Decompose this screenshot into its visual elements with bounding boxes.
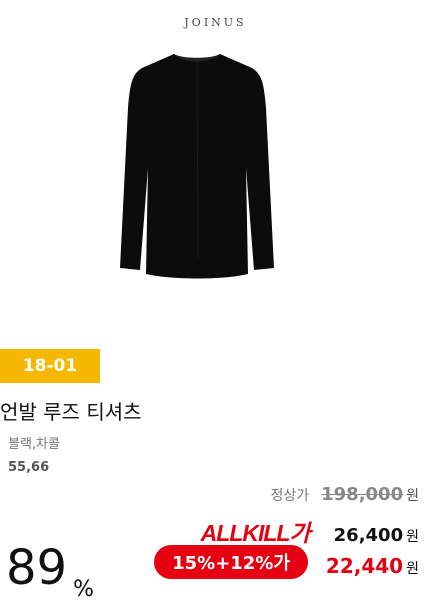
sale-price: 22,440 — [325, 554, 404, 578]
currency-unit: 원 — [406, 529, 419, 545]
discount-unit: % — [73, 577, 94, 602]
coupon-discount-badge: 15%+12%가 — [154, 545, 308, 579]
brand-name: JOINUS — [184, 16, 247, 29]
product-code-badge: 18-01 — [0, 349, 100, 383]
allkill-price: 26,400 — [333, 525, 404, 546]
allkill-price-row: ALLKILL가 26,400 원 — [201, 514, 419, 548]
currency-unit: 원 — [406, 561, 419, 577]
discount-rate: 89 % — [6, 540, 94, 602]
regular-price: 198,000 — [321, 484, 404, 505]
product-name[interactable]: 언발 루즈 티셔츠 — [0, 396, 142, 425]
discount-value: 89 — [6, 540, 68, 596]
regular-price-label: 정상가 — [270, 488, 310, 504]
sale-price-row: 15%+12%가 22,440 원 — [154, 545, 419, 583]
product-card[interactable]: JOINUS 18-01 언발 루즈 티셔츠 블랙,차콜 55,66 정상가 1… — [0, 0, 431, 602]
color-options: 블랙,차콜 — [8, 437, 60, 452]
product-image[interactable] — [112, 48, 282, 288]
currency-unit: 원 — [406, 488, 419, 504]
allkill-logo: ALLKILL가 — [200, 520, 311, 546]
regular-price-row: 정상가 198,000 원 — [270, 484, 419, 505]
size-options: 55,66 — [8, 460, 50, 475]
